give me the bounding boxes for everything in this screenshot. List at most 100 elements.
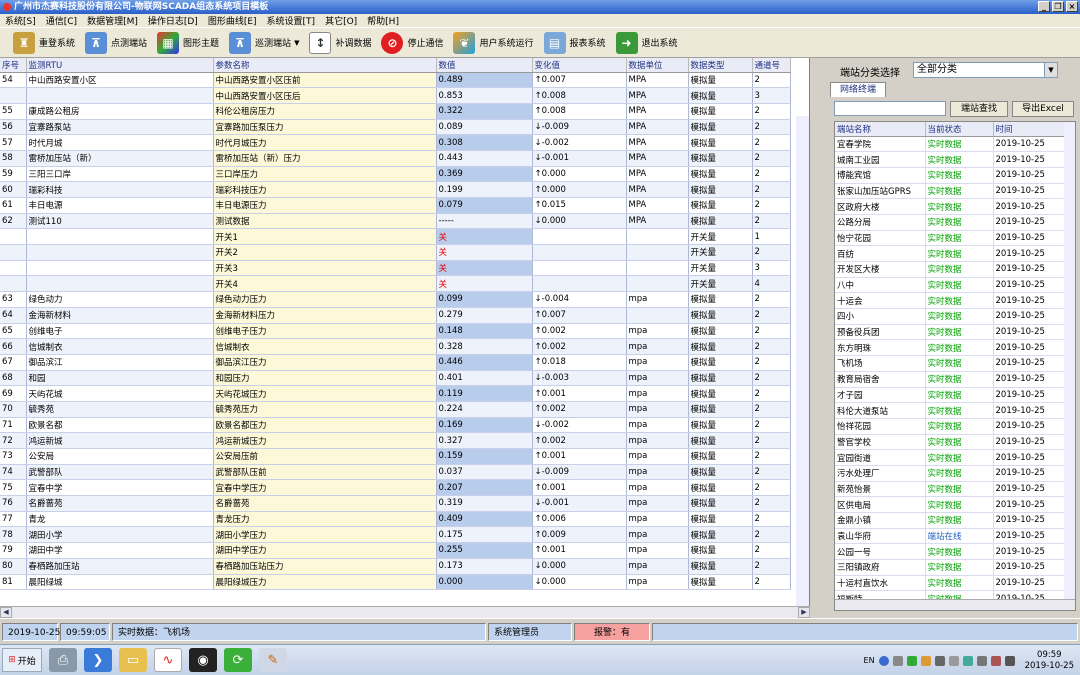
- table-row[interactable]: 75 宜春中学 宜春中学压力 0.207 ↑0.001 mpa 模拟量 2: [0, 479, 791, 497]
- list-item[interactable]: 宜春学院 实时数据 2019-10-25: [835, 136, 1066, 153]
- table-row[interactable]: 68 和园 和园压力 0.401 ↓-0.003 mpa 模拟量 2: [0, 370, 791, 387]
- table-row[interactable]: 61 丰日电源 丰日电源压力 0.079 ↑0.015 MPA 模拟量 2: [0, 197, 791, 214]
- table-row[interactable]: 72 鸿运新城 鸿运新城压力 0.327 ↑0.002 mpa 模拟量 2: [0, 432, 791, 449]
- user-system-button[interactable]: ❦ 用户系统运行: [448, 30, 538, 56]
- patrol-station-button[interactable]: ⊼ 巡测端站 ▼: [224, 30, 304, 56]
- table-row[interactable]: 66 信城制衣 信城制衣 0.328 ↑0.002 mpa 模拟量 2: [0, 338, 791, 355]
- menu-comm[interactable]: 通信[C]: [41, 14, 82, 27]
- col-unit[interactable]: 数据单位: [626, 58, 689, 73]
- powershell-icon[interactable]: ❯: [84, 648, 112, 672]
- list-item[interactable]: 宜园街道 实时数据 2019-10-25: [835, 449, 1066, 466]
- list-item[interactable]: 科伦大道泵站 实时数据 2019-10-25: [835, 402, 1066, 419]
- list-item[interactable]: 区供电局 实时数据 2019-10-25: [835, 496, 1066, 513]
- table-row[interactable]: 63 绿色动力 绿色动力压力 0.099 ↓-0.004 mpa 模拟量 2: [0, 291, 791, 308]
- list-item[interactable]: 百纺 实时数据 2019-10-25: [835, 245, 1066, 262]
- table-row[interactable]: 71 欧景名都 欧景名都压力 0.169 ↓-0.002 mpa 模拟量 2: [0, 417, 791, 434]
- menu-log[interactable]: 操作日志[D]: [143, 14, 203, 27]
- col-station-status[interactable]: 当前状态: [925, 122, 994, 137]
- monitor-icon[interactable]: [1004, 655, 1015, 666]
- refresh-icon[interactable]: ⟳: [224, 648, 252, 672]
- volume-icon[interactable]: [976, 655, 987, 666]
- list-item[interactable]: 公园一号 实时数据 2019-10-25: [835, 543, 1066, 561]
- restore-icon[interactable]: ❐: [1052, 1, 1064, 12]
- col-seq[interactable]: 序号: [0, 58, 27, 73]
- list-item[interactable]: 怡宁花园 实时数据 2019-10-25: [835, 230, 1066, 247]
- list-item[interactable]: 袁山华府 端站在线 2019-10-25: [835, 528, 1066, 545]
- list-item[interactable]: 城南工业园 实时数据 2019-10-25: [835, 151, 1066, 168]
- panel-splitter[interactable]: [812, 58, 826, 618]
- table-row[interactable]: 70 毓秀苑 毓秀苑压力 0.224 ↑0.002 mpa 模拟量 2: [0, 401, 791, 418]
- list-item[interactable]: 开发区大楼 实时数据 2019-10-25: [835, 261, 1066, 278]
- tab-network-terminal[interactable]: 网络终端: [830, 82, 886, 97]
- scada-app-icon[interactable]: ∿: [154, 648, 182, 672]
- folder-icon[interactable]: ▭: [119, 648, 147, 672]
- table-row[interactable]: 56 宜寨路泵站 宜寨路加压泵压力 0.089 ↓-0.009 MPA 模拟量 2: [0, 119, 791, 136]
- tray-tool-icon[interactable]: [934, 655, 945, 666]
- list-item[interactable]: 公路分局 实时数据 2019-10-25: [835, 214, 1066, 231]
- tray-app-icon[interactable]: [920, 655, 931, 666]
- tray-arrow-icon[interactable]: [892, 655, 903, 666]
- paint-icon[interactable]: ✎: [259, 648, 287, 672]
- table-row[interactable]: 64 金海新材料 金海新材料压力 0.279 ↑0.007 模拟量 2: [0, 307, 791, 324]
- table-row[interactable]: 55 康成路公租房 科伦公租房压力 0.322 ↑0.008 MPA 模拟量 2: [0, 103, 791, 120]
- point-station-button[interactable]: ⊼ 点测端站: [80, 30, 152, 56]
- table-row[interactable]: 74 武警部队 武警部队压前 0.037 ↓-0.009 mpa 模拟量 2: [0, 464, 791, 481]
- flag-icon[interactable]: [990, 655, 1001, 666]
- col-param[interactable]: 参数名称: [213, 58, 437, 73]
- list-item[interactable]: 怡祥花园 实时数据 2019-10-25: [835, 418, 1066, 435]
- printer-icon[interactable]: ⎙: [49, 648, 77, 672]
- scroll-left-icon[interactable]: ◀: [0, 607, 12, 618]
- list-item[interactable]: 金鼎小镇 实时数据 2019-10-25: [835, 512, 1066, 529]
- list-item[interactable]: 四小 实时数据 2019-10-25: [835, 308, 1066, 325]
- minimize-icon[interactable]: _: [1038, 1, 1050, 12]
- table-row[interactable]: 54 中山西路安置小区 中山西路安置小区压前 0.489 ↑0.007 MPA 模拟量 2: [0, 72, 791, 89]
- grid-horizontal-scrollbar[interactable]: ◀ ▶: [0, 606, 810, 618]
- table-row[interactable]: 80 春栖路加压站 春栖路加压站压力 0.173 ↓0.000 mpa 模拟量 2: [0, 558, 791, 575]
- grid-vertical-scrollbar[interactable]: [796, 116, 809, 606]
- list-item[interactable]: 博能宾馆 实时数据 2019-10-25: [835, 167, 1066, 184]
- menu-settings[interactable]: 系统设置[T]: [262, 14, 321, 27]
- table-row[interactable]: 中山西路安置小区压后 0.853 ↑0.008 MPA 模拟量 3: [0, 87, 791, 104]
- list-item[interactable]: 教育局宿舍 实时数据 2019-10-25: [835, 371, 1066, 388]
- list-item[interactable]: 三阳镇政府 实时数据 2019-10-25: [835, 559, 1066, 576]
- col-change[interactable]: 变化值: [532, 58, 627, 73]
- list-item[interactable]: 新苑怡景 实时数据 2019-10-25: [835, 481, 1066, 498]
- table-row[interactable]: 81 晨阳绿城 晨阳绿城压力 0.000 ↓0.000 mpa 模拟量 2: [0, 574, 791, 591]
- table-row[interactable]: 78 湖田小学 湖田小学压力 0.175 ↑0.009 mpa 模拟量 2: [0, 526, 791, 544]
- table-row[interactable]: 67 御品滨江 御品滨江压力 0.446 ↑0.018 mpa 模拟量 2: [0, 354, 791, 371]
- list-item[interactable]: 十运村直饮水 实时数据 2019-10-25: [835, 575, 1066, 592]
- table-row[interactable]: 76 名爵蔷苑 名爵蔷苑 0.319 ↓-0.001 mpa 模拟量 2: [0, 495, 791, 512]
- export-excel-button[interactable]: 导出Excel: [1012, 101, 1074, 117]
- station-search-input[interactable]: [834, 101, 946, 116]
- graphic-theme-button[interactable]: ▦ 图形主题: [152, 30, 224, 56]
- report-system-button[interactable]: ▤ 报表系统: [539, 30, 611, 56]
- table-row[interactable]: 73 公安局 公安局压前 0.159 ↑0.001 mpa 模拟量 2: [0, 448, 791, 465]
- scroll-right-icon[interactable]: ▶: [798, 607, 810, 618]
- table-row[interactable]: 79 湖田中学 湖田中学压力 0.255 ↑0.001 mpa 模拟量 2: [0, 542, 791, 559]
- list-item[interactable]: 警官学校 实时数据 2019-10-25: [835, 434, 1066, 451]
- list-item[interactable]: 东方明珠 实时数据 2019-10-25: [835, 339, 1066, 357]
- col-station-time[interactable]: 时间: [993, 122, 1066, 137]
- chevron-down-icon[interactable]: ▼: [1044, 63, 1057, 77]
- menu-graph[interactable]: 图形曲线[E]: [203, 14, 262, 27]
- tray-device-icon[interactable]: [948, 655, 959, 666]
- col-type[interactable]: 数据类型: [688, 58, 753, 73]
- table-row[interactable]: 58 雷桥加压站（新） 雷桥加压站（新）压力 0.443 ↓-0.001 MPA 模拟量 2: [0, 150, 791, 167]
- table-row[interactable]: 57 时代月城 时代月城压力 0.308 ↓-0.002 MPA 模拟量 2: [0, 134, 791, 151]
- list-item[interactable]: 污水处理厂 实时数据 2019-10-25: [835, 465, 1066, 482]
- language-indicator[interactable]: EN: [864, 656, 875, 665]
- start-button[interactable]: ⊞ 开始: [2, 648, 42, 672]
- col-rtu[interactable]: 监测RTU: [26, 58, 214, 73]
- table-row[interactable]: 60 瑞彩科技 瑞彩科技压力 0.199 ↑0.000 MPA 模拟量 2: [0, 181, 791, 198]
- table-row[interactable]: 59 三阳三口岸 三口岸压力 0.369 ↑0.000 MPA 模拟量 2: [0, 166, 791, 183]
- table-row[interactable]: 开关4 关 开关量 4: [0, 275, 791, 293]
- network-icon[interactable]: [962, 655, 973, 666]
- station-horizontal-scrollbar[interactable]: [835, 599, 1075, 610]
- exit-system-button[interactable]: ➜ 退出系统: [611, 30, 683, 56]
- dropdown-arrow-icon[interactable]: ▼: [294, 39, 299, 47]
- col-channel[interactable]: 通道号: [752, 58, 791, 73]
- close-icon[interactable]: ×: [1066, 1, 1078, 12]
- table-row[interactable]: 69 天屿花城 天屿花城压力 0.119 ↑0.001 mpa 模拟量 2: [0, 385, 791, 402]
- menu-other[interactable]: 其它[O]: [320, 14, 362, 27]
- list-item[interactable]: 张家山加压站GPRS 实时数据 2019-10-25: [835, 183, 1066, 200]
